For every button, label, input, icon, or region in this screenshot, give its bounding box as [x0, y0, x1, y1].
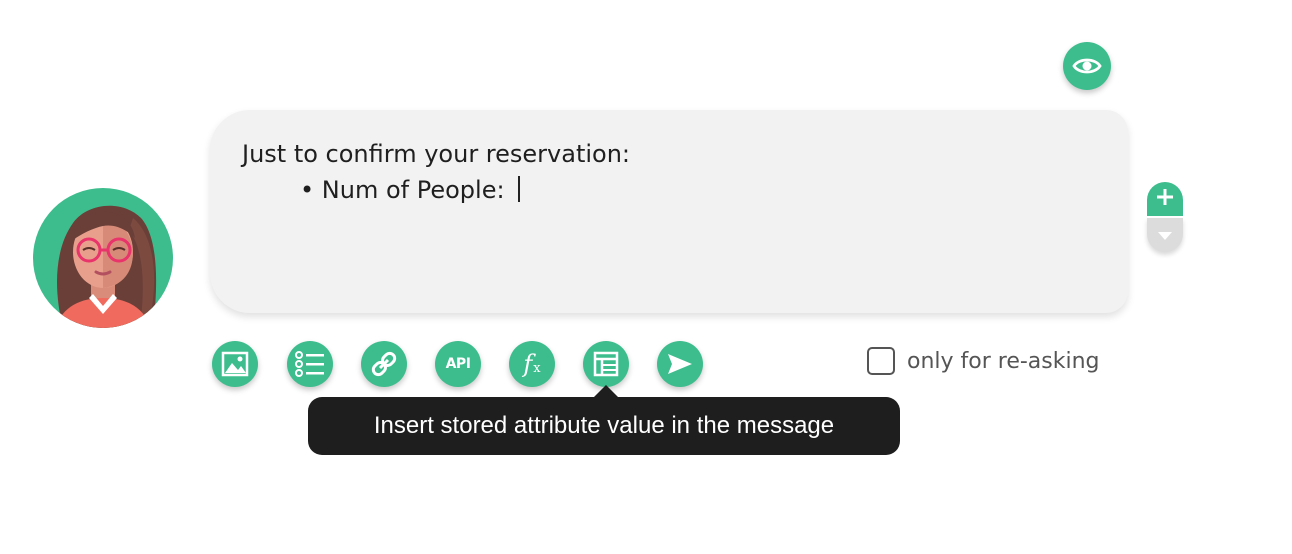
api-icon: API — [445, 356, 471, 372]
message-line-1: Just to confirm your reservation: — [242, 140, 631, 168]
preview-button[interactable] — [1063, 42, 1111, 90]
add-message-button[interactable] — [1147, 182, 1183, 216]
function-icon: fx — [523, 350, 541, 378]
plus-icon — [1156, 188, 1174, 210]
insert-list-button[interactable] — [287, 341, 333, 387]
tooltip-text: Insert stored attribute value in the mes… — [373, 412, 835, 439]
eye-icon — [1072, 56, 1102, 76]
send-icon — [667, 353, 693, 375]
insert-function-button[interactable]: fx — [509, 341, 555, 387]
avatar — [33, 188, 173, 328]
reask-option[interactable]: only for re-asking — [867, 347, 1100, 375]
message-line-2: • Num of People: — [300, 176, 513, 204]
caret-down-icon — [1157, 226, 1173, 245]
reask-checkbox[interactable] — [867, 347, 895, 375]
insert-link-button[interactable] — [361, 341, 407, 387]
image-icon — [221, 351, 249, 377]
message-editor[interactable]: Just to confirm your reservation: • Num … — [210, 110, 1128, 313]
tooltip: Insert stored attribute value in the mes… — [308, 397, 900, 455]
add-message-stepper — [1147, 182, 1183, 252]
text-caret — [518, 176, 521, 202]
table-icon — [593, 351, 619, 377]
insert-api-button[interactable]: API — [435, 341, 481, 387]
avatar-illustration — [55, 205, 157, 328]
link-icon — [370, 350, 398, 378]
insert-attribute-button[interactable] — [583, 341, 629, 387]
list-icon — [295, 351, 325, 377]
send-button[interactable] — [657, 341, 703, 387]
insert-image-button[interactable] — [212, 341, 258, 387]
more-options-button[interactable] — [1147, 218, 1183, 252]
reask-label: only for re-asking — [907, 348, 1100, 374]
